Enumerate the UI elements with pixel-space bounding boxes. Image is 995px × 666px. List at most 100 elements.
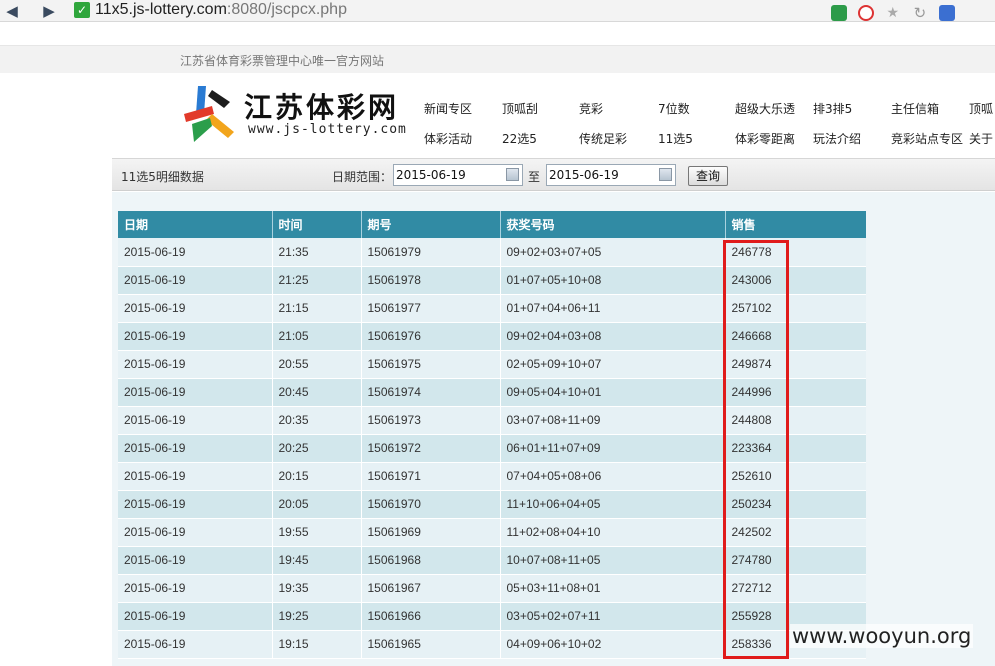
cell-time: 20:05 <box>272 490 362 519</box>
cell-winning-numbers: 01+07+04+06+11 <box>500 294 726 323</box>
cell-time: 20:15 <box>272 462 362 491</box>
nav-pick3-pick5[interactable]: 排3排5 <box>813 101 852 117</box>
table-header-row: 日期 时间 期号 获奖号码 销售 <box>118 211 866 238</box>
cell-sales: 243006 <box>725 266 866 295</box>
cell-date: 2015-06-19 <box>118 546 273 575</box>
calendar-icon[interactable] <box>659 168 672 181</box>
header-date: 日期 <box>118 211 273 238</box>
cell-issue: 15061976 <box>361 322 501 351</box>
cell-winning-numbers: 09+02+04+03+08 <box>500 322 726 351</box>
cell-issue: 15061979 <box>361 238 501 267</box>
date-from-value: 2015-06-19 <box>396 168 466 182</box>
cell-time: 19:35 <box>272 574 362 603</box>
query-button[interactable]: 查询 <box>688 166 728 186</box>
cell-issue: 15061965 <box>361 630 501 659</box>
site-slogan: 江苏省体育彩票管理中心唯一官方网站 <box>180 54 385 68</box>
cell-winning-numbers: 05+03+11+08+01 <box>500 574 726 603</box>
nav-11x5[interactable]: 11选5 <box>658 131 693 147</box>
table-row: 2015-06-19 19:35 15061967 05+03+11+08+01 272… <box>118 574 866 603</box>
nav-news[interactable]: 新闻专区 <box>424 101 472 117</box>
cell-date: 2015-06-19 <box>118 294 273 323</box>
cell-winning-numbers: 02+05+09+10+07 <box>500 350 726 379</box>
cell-time: 21:35 <box>272 238 362 267</box>
nav-zero-distance[interactable]: 体彩零距离 <box>735 131 795 147</box>
header-issue: 期号 <box>361 211 501 238</box>
nav-7digit[interactable]: 7位数 <box>658 101 690 117</box>
cell-date: 2015-06-19 <box>118 490 273 519</box>
nav-jingcai[interactable]: 竞彩 <box>579 101 603 117</box>
cell-winning-numbers: 04+09+06+10+02 <box>500 630 726 659</box>
cell-date: 2015-06-19 <box>118 434 273 463</box>
header-winning-numbers: 获奖号码 <box>500 211 726 238</box>
cell-sales: 257102 <box>725 294 866 323</box>
query-title: 11选5明细数据 <box>121 170 204 184</box>
query-bar: 11选5明细数据 日期范围： 2015-06-19 至 2015-06-19 查… <box>112 158 995 191</box>
date-range-separator: 至 <box>528 170 541 184</box>
date-to-input[interactable]: 2015-06-19 <box>546 164 676 186</box>
cell-winning-numbers: 10+07+08+11+05 <box>500 546 726 575</box>
results-table: 日期 时间 期号 获奖号码 销售 2015-06-19 21:35 15061979… <box>118 211 866 659</box>
cell-sales: 242502 <box>725 518 866 547</box>
reload-icon[interactable]: ↻ <box>912 5 928 21</box>
cell-sales: 244808 <box>725 406 866 435</box>
table-row: 2015-06-19 20:05 15061970 11+10+06+04+05 250… <box>118 490 866 519</box>
cell-date: 2015-06-19 <box>118 322 273 351</box>
nav-events[interactable]: 体彩活动 <box>424 131 472 147</box>
send-icon[interactable] <box>830 4 847 21</box>
forward-icon[interactable]: ▶ <box>40 2 58 20</box>
date-from-input[interactable]: 2015-06-19 <box>393 164 523 186</box>
table-row: 2015-06-19 20:15 15061971 07+04+05+08+06 252… <box>118 462 866 491</box>
cell-date: 2015-06-19 <box>118 406 273 435</box>
paw-icon[interactable] <box>939 4 955 21</box>
address-bar[interactable]: 11x5.js-lottery.com:8080/jscpcx.php <box>95 0 347 20</box>
cell-time: 20:35 <box>272 406 362 435</box>
cell-issue: 15061966 <box>361 602 501 631</box>
nav-scratch[interactable]: 顶呱刮 <box>502 101 538 117</box>
block-icon[interactable] <box>857 4 874 21</box>
date-to-value: 2015-06-19 <box>549 168 619 182</box>
cell-time: 21:25 <box>272 266 362 295</box>
cell-winning-numbers: 03+07+08+11+09 <box>500 406 726 435</box>
nav-about[interactable]: 关于 <box>969 131 993 147</box>
cell-issue: 15061967 <box>361 574 501 603</box>
table-row: 2015-06-19 21:25 15061978 01+07+05+10+08 243… <box>118 266 866 295</box>
nav-super-lotto[interactable]: 超级大乐透 <box>735 101 795 117</box>
table-row: 2015-06-19 21:35 15061979 09+02+03+07+05 246… <box>118 238 866 267</box>
cell-issue: 15061977 <box>361 294 501 323</box>
table-row: 2015-06-19 20:35 15061973 03+07+08+11+09 244… <box>118 406 866 435</box>
nav-how-to-play[interactable]: 玩法介绍 <box>813 131 861 147</box>
url-host: 11x5.js-lottery.com <box>95 1 227 18</box>
logo-url: www.js-lottery.com <box>248 122 407 137</box>
calendar-icon[interactable] <box>506 168 519 181</box>
cell-winning-numbers: 09+02+03+07+05 <box>500 238 726 267</box>
header-time: 时间 <box>272 211 362 238</box>
cell-time: 21:05 <box>272 322 362 351</box>
cell-issue: 15061971 <box>361 462 501 491</box>
star-icon[interactable]: ★ <box>885 5 901 21</box>
cell-issue: 15061978 <box>361 266 501 295</box>
cell-winning-numbers: 03+05+02+07+11 <box>500 602 726 631</box>
cell-date: 2015-06-19 <box>118 266 273 295</box>
date-range-label: 日期范围： <box>332 170 393 184</box>
back-icon[interactable]: ◀ <box>3 2 21 20</box>
nav-traditional-football[interactable]: 传统足彩 <box>579 131 627 147</box>
cell-time: 19:15 <box>272 630 362 659</box>
cell-winning-numbers: 06+01+11+07+09 <box>500 434 726 463</box>
cell-time: 20:25 <box>272 434 362 463</box>
cell-sales: 223364 <box>725 434 866 463</box>
nav-director-mailbox[interactable]: 主任信箱 <box>891 101 939 117</box>
secure-check-icon: ✓ <box>74 2 90 18</box>
cell-date: 2015-06-19 <box>118 630 273 659</box>
cell-time: 19:55 <box>272 518 362 547</box>
cell-issue: 15061970 <box>361 490 501 519</box>
site-top-strip: 江苏省体育彩票管理中心唯一官方网站 <box>0 45 995 73</box>
nav-22x5[interactable]: 22选5 <box>502 131 537 147</box>
table-row: 2015-06-19 19:15 15061965 04+09+06+10+02 258… <box>118 630 866 659</box>
url-path: :8080/jscpcx.php <box>226 1 347 18</box>
site-logo[interactable]: 江苏体彩网 www.js-lottery.com <box>182 84 417 156</box>
nav-jingcai-stations[interactable]: 竞彩站点专区 <box>891 131 963 147</box>
cell-sales: 272712 <box>725 574 866 603</box>
cell-date: 2015-06-19 <box>118 462 273 491</box>
cell-winning-numbers: 11+10+06+04+05 <box>500 490 726 519</box>
nav-scratch-2[interactable]: 顶呱 <box>969 101 993 117</box>
